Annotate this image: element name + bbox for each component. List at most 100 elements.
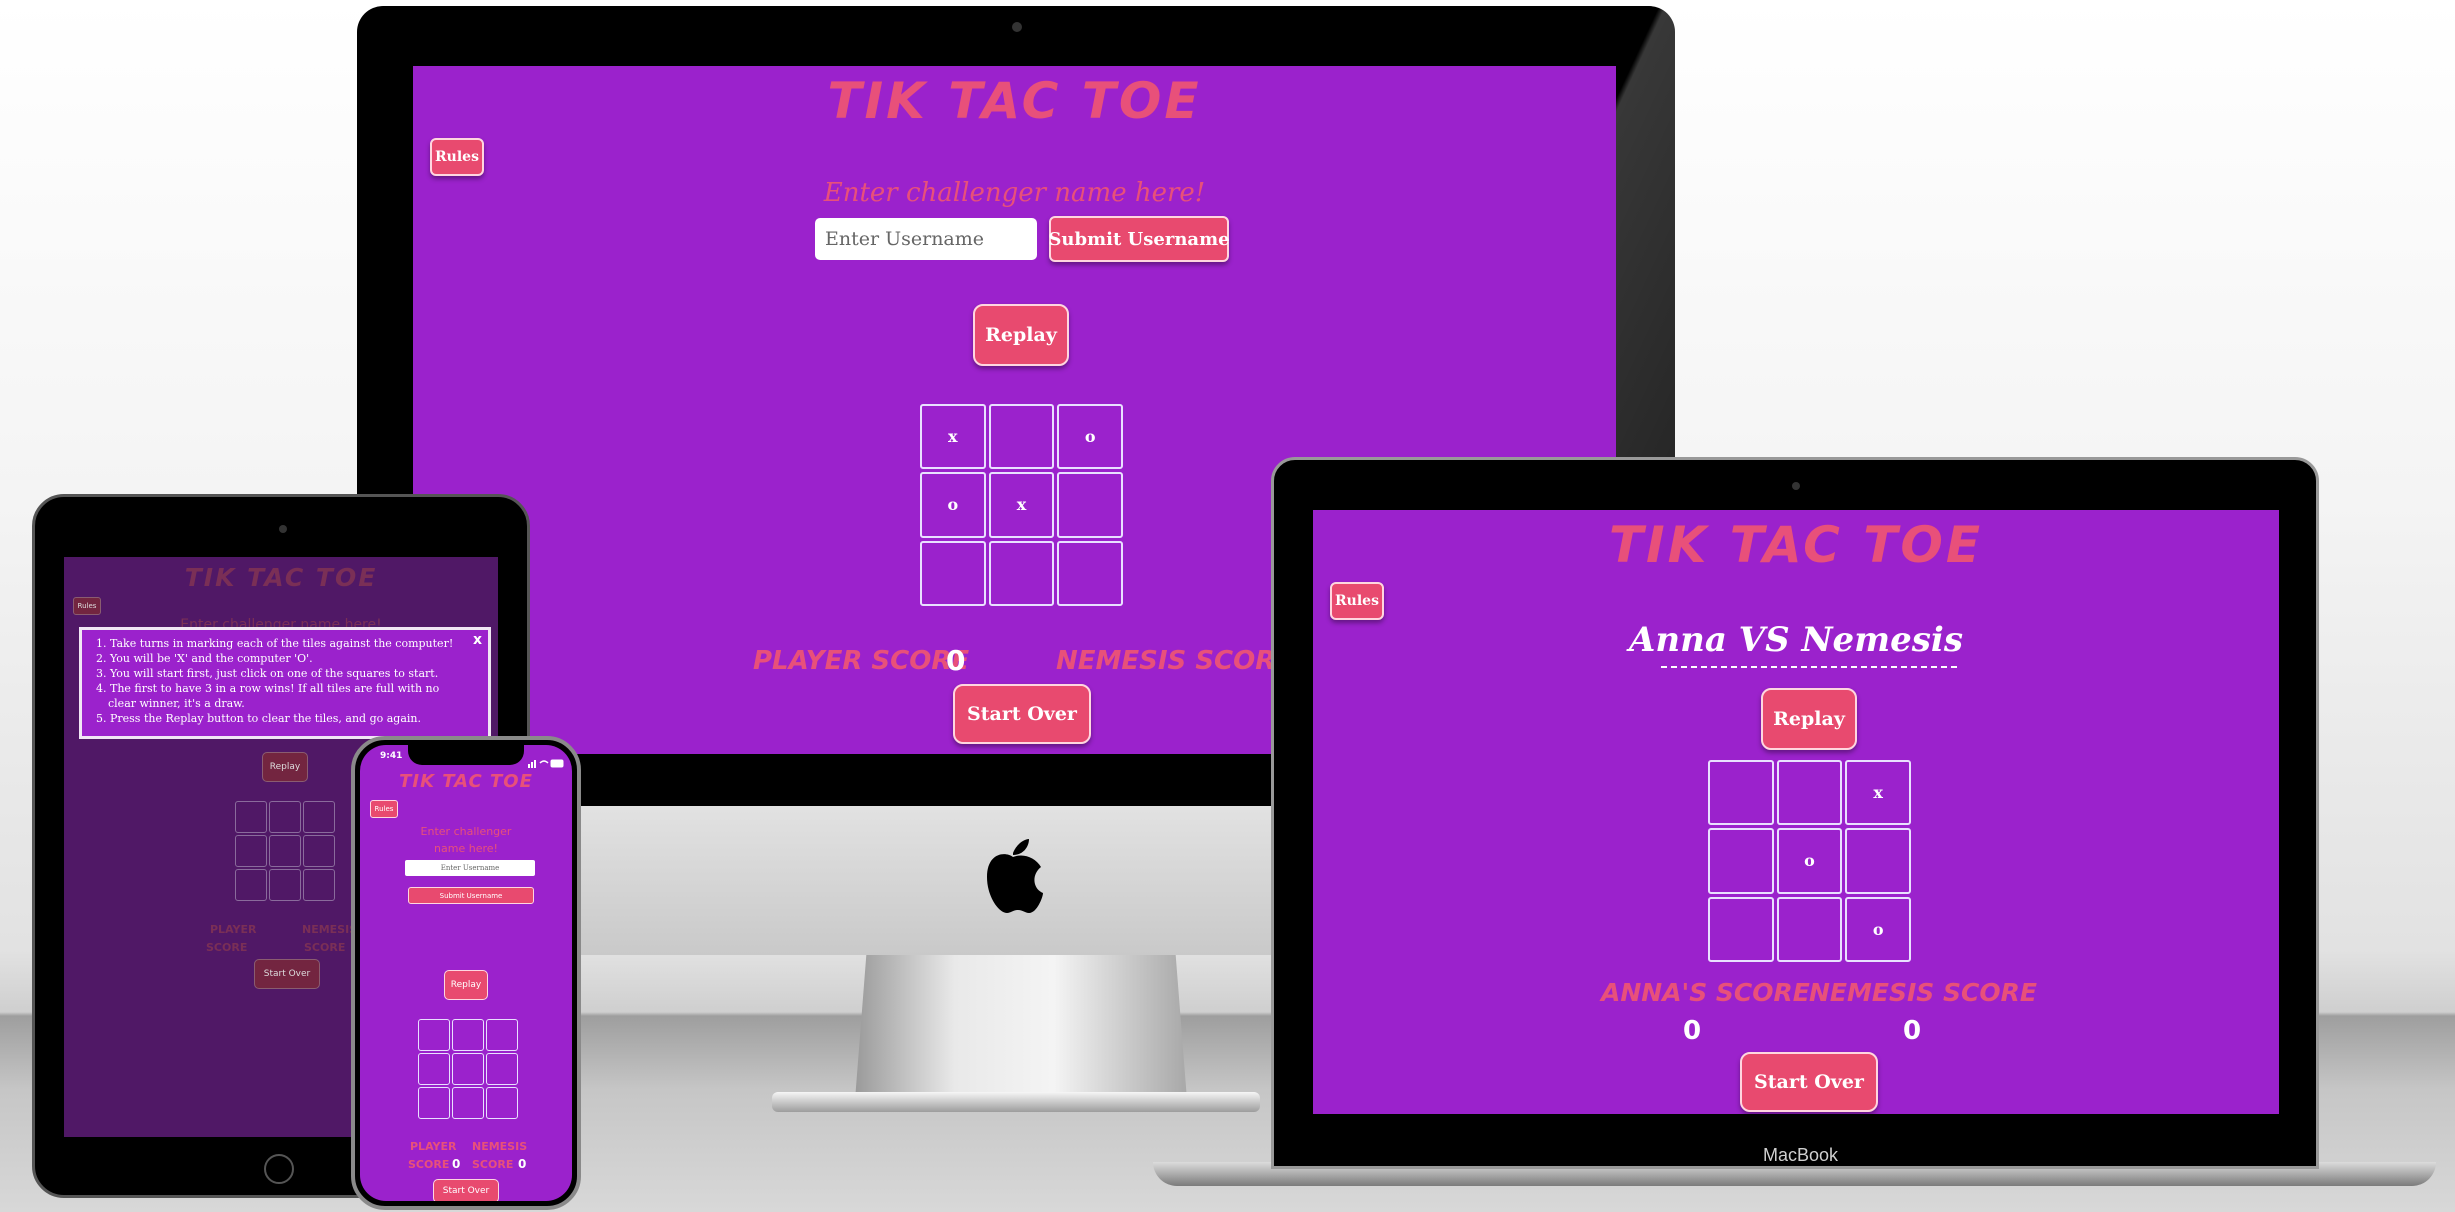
board-cell[interactable]: [452, 1019, 484, 1051]
board-cell[interactable]: o: [920, 472, 986, 538]
start-over-button[interactable]: Start Over: [1740, 1052, 1878, 1112]
start-over-button[interactable]: Start Over: [254, 959, 320, 989]
replay-button[interactable]: Replay: [262, 752, 308, 782]
player-score-label: PLAYER: [410, 1140, 457, 1153]
rules-item: 4. The first to have 3 in a row wins! If…: [96, 682, 440, 695]
imac-camera: [1012, 22, 1022, 32]
board-cell[interactable]: x: [988, 472, 1055, 538]
challenger-prompt: Enter challenger name here!: [823, 178, 1206, 208]
rules-item: 3. You will start first, just click on o…: [96, 667, 439, 680]
player-score-value: 0: [452, 1157, 461, 1171]
board-cell[interactable]: [1057, 472, 1123, 538]
challenger-prompt: name here!: [434, 842, 498, 855]
board-cell[interactable]: [920, 540, 986, 606]
submit-username-button[interactable]: Submit Username: [1048, 216, 1230, 262]
player-score-label: PLAYER: [210, 923, 257, 936]
board-cell[interactable]: [269, 835, 301, 867]
board-cell[interactable]: [988, 404, 1055, 470]
nemesis-score-value: 0: [1903, 1016, 1922, 1046]
board-cell[interactable]: [235, 869, 267, 901]
board-cell[interactable]: x: [920, 404, 986, 470]
board-cell[interactable]: [418, 1087, 450, 1119]
board-cell[interactable]: [1776, 896, 1843, 962]
username-input[interactable]: Enter Username: [815, 218, 1037, 260]
game-board: [235, 801, 335, 901]
submit-username-button[interactable]: Submit Username: [408, 887, 534, 904]
game-board: x o o: [1708, 760, 1911, 962]
board-cell[interactable]: o: [1057, 404, 1123, 470]
imac-stand-base: [772, 1092, 1260, 1112]
iphone-screen: 9:41 TIK TAC TOE Rules Enter challenger …: [360, 745, 572, 1201]
rules-button[interactable]: Rules: [370, 800, 398, 818]
replay-button[interactable]: Replay: [1761, 688, 1857, 750]
player-score-value: 0: [1683, 1016, 1702, 1046]
board-cell[interactable]: [486, 1087, 518, 1119]
board-cell[interactable]: [1776, 760, 1843, 826]
apple-logo-icon: [983, 835, 1043, 915]
board-cell[interactable]: [269, 869, 301, 901]
macbook-screen: TIK TAC TOE Rules Anna VS Nemesis Replay…: [1313, 510, 2279, 1114]
rules-item: 2. You will be 'X' and the computer 'O'.: [96, 652, 313, 665]
player-score-label: SCORE: [206, 941, 248, 954]
close-icon[interactable]: x: [473, 632, 482, 648]
page-title: TIK TAC TOE: [827, 72, 1202, 130]
board-cell[interactable]: [486, 1053, 518, 1085]
rules-button[interactable]: Rules: [430, 138, 484, 176]
board-cell[interactable]: [303, 869, 335, 901]
player-score-label: SCORE: [408, 1158, 450, 1171]
username-input[interactable]: Enter Username: [405, 860, 535, 876]
rules-button[interactable]: Rules: [1330, 582, 1384, 620]
board-cell[interactable]: [269, 801, 301, 833]
nemesis-score-label: NEMESIS SCORE: [1056, 646, 1294, 676]
rules-item: 1. Take turns in marking each of the til…: [96, 637, 454, 650]
page-title: TIK TAC TOE: [184, 563, 378, 592]
replay-button[interactable]: Replay: [444, 970, 488, 1000]
board-cell[interactable]: [1057, 540, 1123, 606]
status-time: 9:41: [380, 751, 403, 761]
start-over-button[interactable]: Start Over: [433, 1179, 499, 1201]
ipad-home-button: [264, 1154, 294, 1184]
board-cell[interactable]: [235, 835, 267, 867]
ipad-camera: [279, 525, 287, 533]
imac-stand-neck: [855, 930, 1187, 1100]
rules-item: clear winner, it's a draw.: [108, 697, 245, 710]
page-title: TIK TAC TOE: [1608, 516, 1984, 574]
player-score-label: PLAYER SCORE: [753, 646, 970, 676]
rules-modal: 1. Take turns in marking each of the til…: [79, 627, 491, 739]
nemesis-score-label: NEMESIS SCORE: [1809, 978, 2037, 1007]
game-board: [418, 1019, 518, 1119]
board-cell[interactable]: [303, 835, 335, 867]
board-cell[interactable]: [303, 801, 335, 833]
nemesis-score-label: SCORE: [472, 1158, 514, 1171]
board-cell[interactable]: [1708, 828, 1774, 894]
nemesis-score-label: NEMESIS: [472, 1140, 528, 1153]
challenger-prompt: Enter challenger: [420, 825, 512, 838]
versus-heading: Anna VS Nemesis: [1629, 620, 1963, 660]
board-cell[interactable]: [452, 1087, 484, 1119]
board-cell[interactable]: [988, 540, 1055, 606]
board-cell[interactable]: [1708, 760, 1774, 826]
board-cell[interactable]: o: [1845, 896, 1911, 962]
start-over-button[interactable]: Start Over: [953, 684, 1091, 744]
board-cell[interactable]: [486, 1019, 518, 1051]
player-score-value: 0: [946, 644, 966, 677]
board-cell[interactable]: [235, 801, 267, 833]
iphone-notch: [408, 745, 524, 765]
board-cell[interactable]: o: [1776, 828, 1843, 894]
board-cell[interactable]: [1708, 896, 1774, 962]
board-cell[interactable]: [1845, 828, 1911, 894]
rules-button[interactable]: Rules: [73, 597, 101, 615]
macbook-brand: MacBook: [1763, 1145, 1839, 1165]
replay-button[interactable]: Replay: [973, 304, 1069, 366]
nemesis-score-label: SCORE: [304, 941, 346, 954]
board-cell[interactable]: [452, 1053, 484, 1085]
player-score-label: ANNA'S SCORE: [1601, 978, 1810, 1007]
board-cell[interactable]: [418, 1053, 450, 1085]
macbook-camera: [1792, 482, 1800, 490]
board-cell[interactable]: x: [1845, 760, 1911, 826]
signal-icon: [528, 753, 564, 772]
versus-underline: [1661, 666, 1957, 668]
page-title: TIK TAC TOE: [399, 771, 533, 792]
board-cell[interactable]: [418, 1019, 450, 1051]
rules-item: 5. Press the Replay button to clear the …: [96, 712, 422, 725]
